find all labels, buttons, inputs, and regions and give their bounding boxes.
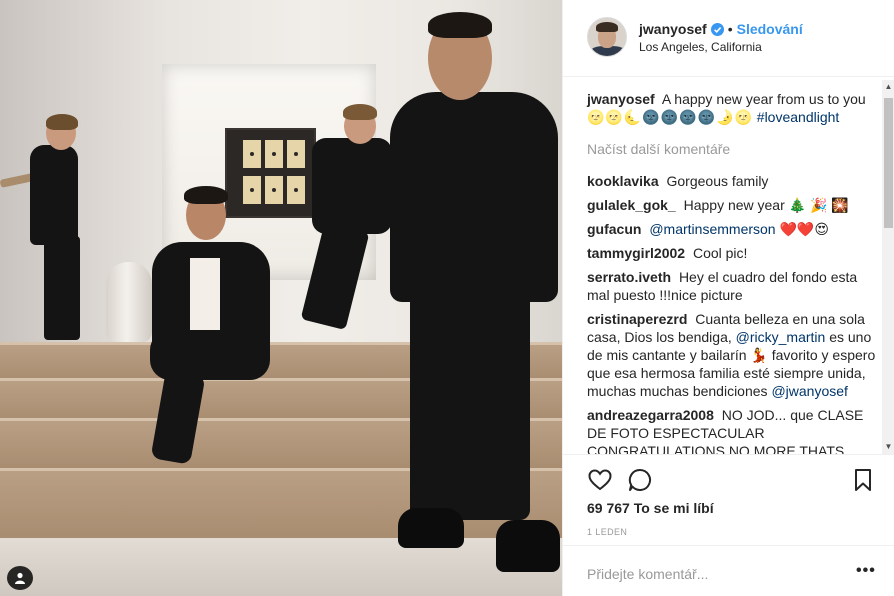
scrollbar-thumb[interactable] — [884, 98, 893, 228]
likes-number: 69 767 — [587, 500, 630, 516]
caption-emojis: 🌝🌝🌜🌚🌚🌚🌚🌛🌝 — [587, 109, 753, 125]
comment-mention[interactable]: @martinsemmerson — [649, 221, 775, 237]
scroll-down-arrow-icon[interactable]: ▼ — [882, 440, 894, 454]
photo-floor — [0, 538, 562, 596]
photo-person-shirt — [190, 258, 220, 332]
avatar[interactable] — [587, 17, 627, 57]
photo-vase — [106, 262, 152, 342]
comment-item: gufacun @martinsemmerson ❤️❤️😍 — [587, 220, 877, 238]
follow-button[interactable]: Sledování — [737, 21, 803, 37]
comment-username[interactable]: tammygirl2002 — [587, 245, 685, 261]
comment-text: ❤️❤️😍 — [779, 221, 829, 237]
comment-input[interactable] — [587, 564, 837, 584]
post-date[interactable]: 1 LEDEN — [587, 527, 627, 537]
post-photo[interactable] — [0, 0, 562, 596]
comment-item: kooklavika Gorgeous family — [587, 172, 877, 190]
comments-scrollbar[interactable]: ▲ ▼ — [882, 80, 894, 454]
photo-person-hair — [46, 114, 78, 130]
add-comment-section: ••• — [563, 545, 894, 596]
like-heart-icon[interactable] — [587, 467, 613, 493]
photo-person-shoe — [496, 520, 560, 572]
header-separator: • — [727, 21, 733, 37]
header-user-line: jwanyosef • Sledování — [639, 21, 803, 37]
comment-text: Happy new year 🎄 🎉 🎇 — [683, 197, 849, 213]
post-panel: jwanyosef • Sledování Los Angeles, Calif… — [562, 0, 894, 596]
comment-username[interactable]: serrato.iveth — [587, 269, 671, 285]
comment-text: Gorgeous family — [666, 173, 769, 189]
photo-person-legs — [44, 236, 80, 340]
likes-label: To se mi líbí — [633, 500, 714, 516]
caption: jwanyosef A happy new year from us to yo… — [587, 90, 877, 126]
comment-bubble-icon[interactable] — [627, 467, 653, 493]
comment-mention[interactable]: @jwanyosef — [771, 383, 847, 399]
photo-person-legs — [410, 290, 530, 520]
photo-person — [390, 92, 558, 302]
caption-text: A happy new year from us to you — [661, 91, 866, 107]
location-link[interactable]: Los Angeles, California — [639, 40, 762, 54]
comment-item: tammygirl2002 Cool pic! — [587, 244, 877, 262]
photo-person-hair — [343, 104, 377, 120]
comment-username[interactable]: gufacun — [587, 221, 641, 237]
comment-mention[interactable]: @ricky_martin — [736, 329, 826, 345]
photo-artwork — [225, 128, 316, 218]
post-header: jwanyosef • Sledování Los Angeles, Calif… — [563, 0, 894, 77]
comment-username[interactable]: kooklavika — [587, 173, 659, 189]
comment-username[interactable]: andreazegarra2008 — [587, 407, 714, 423]
tagged-users-icon[interactable] — [7, 566, 33, 590]
photo-person-shoe — [398, 508, 464, 548]
comment-item: andreazegarra2008 NO JOD... que CLASE DE… — [587, 406, 877, 454]
comment-username[interactable]: gulalek_gok_ — [587, 197, 676, 213]
more-options-button[interactable]: ••• — [856, 562, 876, 580]
caption-hashtag[interactable]: #loveandlight — [757, 109, 840, 125]
photo-person — [312, 138, 392, 234]
bookmark-icon[interactable] — [850, 467, 876, 493]
photo-person-hair — [428, 12, 492, 38]
comment-text: Cool pic! — [692, 245, 748, 261]
caption-username[interactable]: jwanyosef — [587, 91, 655, 107]
verified-badge-icon — [710, 22, 724, 36]
photo-person — [30, 145, 78, 245]
comment-username[interactable]: cristinaperezrd — [587, 311, 687, 327]
comment-item: cristinaperezrd Cuanta belleza en una so… — [587, 310, 877, 400]
likes-count[interactable]: 69 767 To se mi líbí — [587, 500, 714, 516]
load-more-comments-button[interactable]: Načíst další komentáře — [587, 140, 877, 158]
comments-list[interactable]: jwanyosef A happy new year from us to yo… — [563, 78, 883, 454]
header-username[interactable]: jwanyosef — [639, 21, 707, 37]
scroll-up-arrow-icon[interactable]: ▲ — [882, 80, 894, 94]
comment-item: gulalek_gok_ Happy new year 🎄 🎉 🎇 — [587, 196, 877, 214]
comment-item: serrato.iveth Hey el cuadro del fondo es… — [587, 268, 877, 304]
photo-person-hair — [184, 186, 228, 204]
post-actions — [563, 454, 894, 504]
